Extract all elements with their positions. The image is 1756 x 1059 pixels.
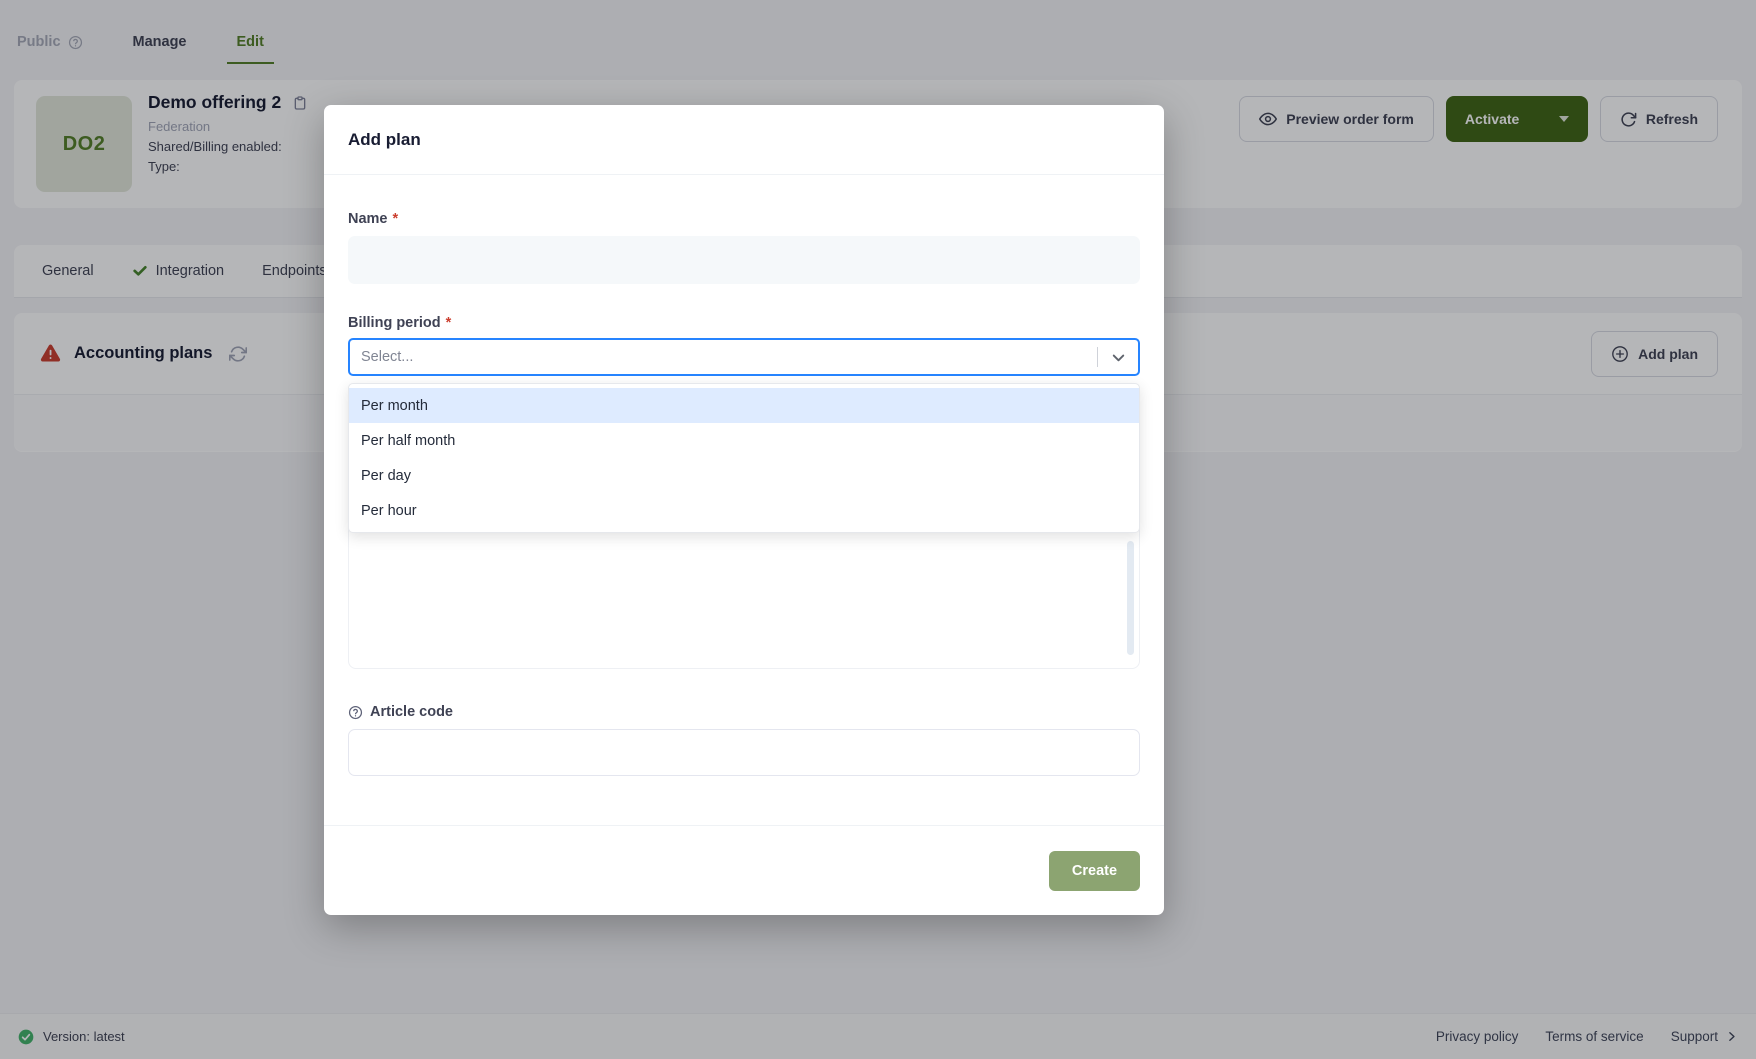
billing-period-group: Billing period * Select... Per month Per… — [348, 315, 1140, 533]
app-window: Public Manage Edit DO2 Demo offering 2 F… — [0, 0, 1756, 1059]
select-placeholder: Select... — [361, 349, 414, 365]
article-code-input[interactable] — [348, 729, 1140, 776]
modal-footer: Create — [324, 825, 1164, 915]
option-per-month[interactable]: Per month — [349, 388, 1139, 423]
billing-period-label: Billing period * — [348, 315, 452, 331]
option-per-half-month[interactable]: Per half month — [349, 423, 1139, 458]
article-code-group: Article code — [348, 704, 1140, 776]
option-per-day[interactable]: Per day — [349, 458, 1139, 493]
required-mark: * — [445, 315, 452, 331]
article-code-label: Article code — [348, 704, 1140, 720]
billing-period-select-wrap: Select... Per month Per half month Per d… — [348, 338, 1140, 533]
scrollbar-thumb[interactable] — [1127, 541, 1134, 655]
chevron-down-icon[interactable] — [1098, 348, 1138, 367]
option-per-hour[interactable]: Per hour — [349, 493, 1139, 528]
add-plan-modal: Add plan Name * Billing period * Select.… — [324, 105, 1164, 915]
help-circle-icon — [348, 705, 363, 720]
name-label: Name * — [348, 211, 399, 227]
modal-header: Add plan — [324, 105, 1164, 175]
modal-body: Name * Billing period * Select... Per mo… — [324, 175, 1164, 776]
create-button[interactable]: Create — [1049, 850, 1140, 891]
required-mark: * — [392, 211, 399, 227]
modal-title: Add plan — [348, 129, 421, 149]
billing-period-menu: Per month Per half month Per day Per hou… — [348, 383, 1140, 533]
name-input[interactable] — [348, 236, 1140, 284]
billing-period-select[interactable]: Select... — [348, 338, 1140, 376]
